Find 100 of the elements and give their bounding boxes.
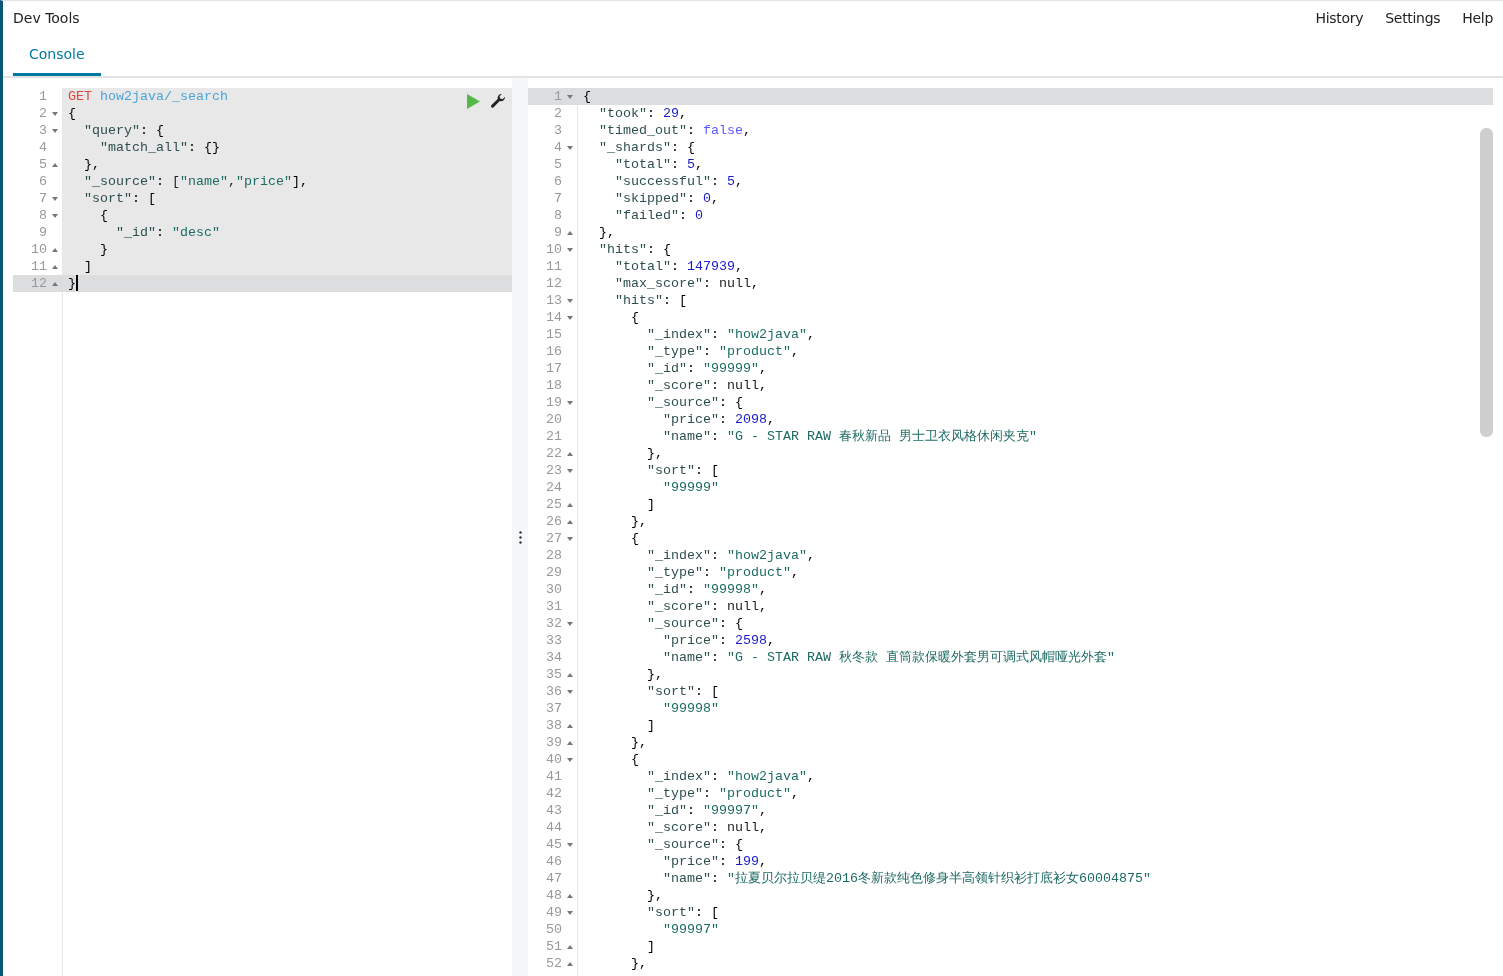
line-number: 6 — [38, 173, 47, 190]
caret-down-icon[interactable] — [567, 757, 573, 762]
code-line: }, — [647, 445, 663, 462]
line-number: 13 — [545, 292, 562, 309]
line-number: 41 — [545, 768, 562, 785]
line-number: 6 — [553, 173, 562, 190]
caret-up-icon[interactable] — [567, 519, 573, 524]
line-number: 7 — [38, 190, 47, 207]
nav-link[interactable]: Settings — [1385, 9, 1441, 26]
code-line: "sort": [ — [647, 683, 719, 700]
line-number: 28 — [545, 547, 562, 564]
line-number: 10 — [30, 241, 47, 258]
code-line: } — [68, 275, 76, 292]
caret-down-icon[interactable] — [567, 621, 573, 626]
caret-up-icon[interactable] — [567, 451, 573, 456]
code-line: "price": 2598, — [663, 632, 775, 649]
code-line: "match_all": {} — [100, 139, 220, 156]
nav-link[interactable]: Help — [1462, 9, 1493, 26]
code-line: "hits": [ — [615, 292, 687, 309]
caret-up-icon[interactable] — [52, 162, 58, 167]
caret-down-icon[interactable] — [567, 315, 573, 320]
caret-down-icon[interactable] — [567, 536, 573, 541]
line-number: 50 — [545, 921, 562, 938]
drag-handle-icon[interactable] — [518, 530, 522, 544]
code-line: "_id": "desc" — [116, 224, 220, 241]
code-line: "price": 199, — [663, 853, 767, 870]
code-line: "_type": "product", — [647, 785, 799, 802]
code-line: "99998" — [663, 700, 719, 717]
code-line: }, — [647, 666, 663, 683]
caret-down-icon[interactable] — [567, 400, 573, 405]
caret-down-icon[interactable] — [52, 213, 58, 218]
line-number: 48 — [545, 887, 562, 904]
caret-up-icon[interactable] — [567, 723, 573, 728]
code-line: "successful": 5, — [615, 173, 743, 190]
line-number: 44 — [545, 819, 562, 836]
line-number: 26 — [545, 513, 562, 530]
code-line: }, — [599, 224, 615, 241]
caret-down-icon[interactable] — [567, 247, 573, 252]
code-line: { — [631, 751, 639, 768]
line-number: 34 — [545, 649, 562, 666]
code-line: { — [631, 309, 639, 326]
caret-up-icon[interactable] — [567, 230, 573, 235]
code-line: }, — [631, 513, 647, 530]
line-number: 31 — [545, 598, 562, 615]
line-number: 37 — [545, 700, 562, 717]
caret-up-icon[interactable] — [567, 961, 573, 966]
caret-down-icon[interactable] — [567, 910, 573, 915]
caret-up-icon[interactable] — [52, 264, 58, 269]
code-line: { — [631, 530, 639, 547]
caret-down-icon[interactable] — [567, 298, 573, 303]
line-number: 2 — [38, 105, 47, 122]
code-line: "_source": { — [647, 836, 743, 853]
line-number: 9 — [553, 224, 562, 241]
line-number: 8 — [553, 207, 562, 224]
caret-up-icon[interactable] — [567, 502, 573, 507]
code-line: }, — [631, 955, 647, 972]
line-number: 22 — [545, 445, 562, 462]
line-number: 38 — [545, 717, 562, 734]
code-line: "_shards": { — [599, 139, 695, 156]
code-line: "_id": "99997", — [647, 802, 767, 819]
code-line: } — [100, 241, 108, 258]
caret-down-icon[interactable] — [567, 468, 573, 473]
caret-down-icon[interactable] — [52, 196, 58, 201]
caret-up-icon[interactable] — [567, 944, 573, 949]
caret-up-icon[interactable] — [567, 893, 573, 898]
wrench-icon[interactable] — [490, 93, 506, 109]
code-line: "hits": { — [599, 241, 671, 258]
line-number: 12 — [30, 275, 47, 292]
code-line: "name": "G - STAR RAW 秋冬款 直筒款保暖外套男可调式风帽哑光外套" — [663, 649, 1115, 666]
caret-down-icon[interactable] — [567, 842, 573, 847]
code-line: "_source": ["name","price"], — [84, 173, 308, 190]
line-number: 46 — [545, 853, 562, 870]
code-line: "sort": [ — [84, 190, 156, 207]
caret-up-icon[interactable] — [52, 247, 58, 252]
line-number: 10 — [545, 241, 562, 258]
code-line: "took": 29, — [599, 105, 687, 122]
code-line: }, — [84, 156, 100, 173]
caret-down-icon[interactable] — [52, 128, 58, 133]
caret-up-icon[interactable] — [52, 281, 58, 286]
code-line: { — [100, 207, 108, 224]
code-line: ] — [84, 258, 92, 275]
code-line: "_type": "product", — [647, 564, 799, 581]
caret-down-icon[interactable] — [567, 94, 573, 99]
line-number: 23 — [545, 462, 562, 479]
caret-down-icon[interactable] — [567, 689, 573, 694]
code-line: "_score": null, — [647, 819, 767, 836]
caret-up-icon[interactable] — [567, 740, 573, 745]
tab[interactable]: Console — [13, 34, 101, 76]
code-line: "_index": "how2java", — [647, 547, 815, 564]
scrollbar[interactable] — [1480, 128, 1493, 437]
nav-link[interactable]: History — [1315, 9, 1364, 26]
code-line: "max_score": null, — [615, 275, 759, 292]
caret-down-icon[interactable] — [567, 145, 573, 150]
caret-up-icon[interactable] — [567, 672, 573, 677]
caret-down-icon[interactable] — [52, 111, 58, 116]
line-number: 3 — [38, 122, 47, 139]
line-number: 42 — [545, 785, 562, 802]
code-line: "_score": null, — [647, 598, 767, 615]
line-number: 36 — [545, 683, 562, 700]
line-number: 8 — [38, 207, 47, 224]
